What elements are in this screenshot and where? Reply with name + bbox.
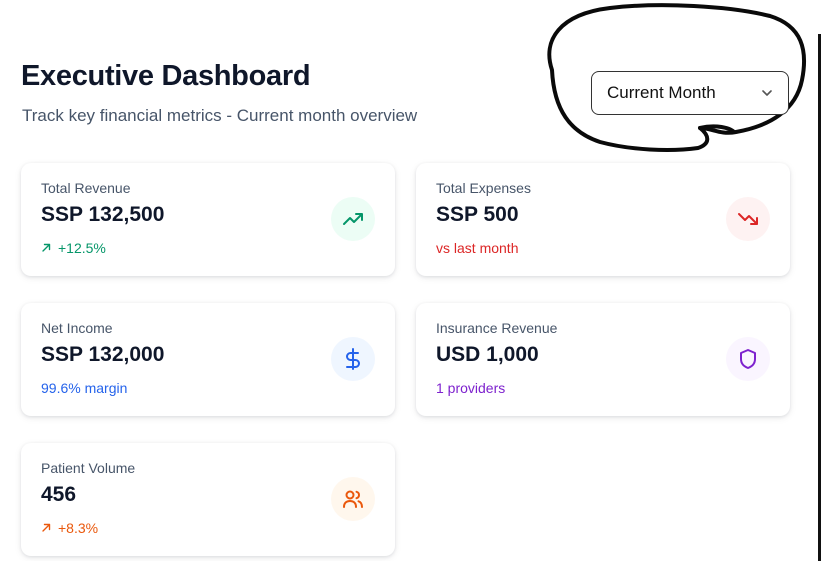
metric-change-text: 1 providers [436, 380, 506, 396]
metric-card-total-revenue: Total Revenue SSP 132,500 +12.5% [21, 163, 395, 276]
metric-label: Insurance Revenue [436, 320, 558, 336]
trending-down-icon [726, 197, 770, 241]
metric-label: Total Revenue [41, 180, 131, 196]
trending-up-icon [331, 197, 375, 241]
dashboard-page: Executive Dashboard Track key financial … [0, 0, 823, 561]
metric-change: 99.6% margin [41, 380, 127, 396]
metric-card-insurance-revenue: Insurance Revenue USD 1,000 1 providers [416, 303, 790, 416]
metric-value: USD 1,000 [436, 343, 539, 366]
dollar-icon [331, 337, 375, 381]
shield-icon [726, 337, 770, 381]
metric-value: SSP 132,000 [41, 343, 165, 366]
metric-value: SSP 500 [436, 203, 519, 226]
metric-change-text: 99.6% margin [41, 380, 128, 396]
metric-card-total-expenses: Total Expenses SSP 500 vs last month [416, 163, 790, 276]
metric-value: 456 [41, 483, 77, 506]
metric-card-patient-volume: Patient Volume 456 +8.3% [21, 443, 395, 556]
metric-change-text: +12.5% [58, 240, 106, 256]
users-icon [331, 477, 375, 521]
metric-label: Patient Volume [41, 460, 136, 476]
metric-change: +12.5% [41, 240, 106, 256]
metric-value: SSP 132,500 [41, 203, 165, 226]
arrow-up-right-icon [41, 520, 52, 536]
page-edge-border [818, 34, 821, 561]
chevron-down-icon [760, 86, 774, 100]
period-select[interactable]: Current Month [591, 71, 789, 115]
metric-change-text: +8.3% [58, 520, 99, 536]
metric-change-text: vs last month [436, 240, 519, 256]
metric-card-net-income: Net Income SSP 132,000 99.6% margin [21, 303, 395, 416]
metric-label: Total Expenses [436, 180, 531, 196]
metric-change: +8.3% [41, 520, 98, 536]
metric-label: Net Income [41, 320, 113, 336]
period-select-value: Current Month [607, 83, 716, 102]
metric-change: vs last month [436, 240, 518, 256]
arrow-up-right-icon [41, 240, 52, 256]
metric-change: 1 providers [436, 380, 505, 396]
page-title: Executive Dashboard [21, 60, 311, 92]
page-subtitle: Track key financial metrics - Current mo… [22, 106, 418, 125]
